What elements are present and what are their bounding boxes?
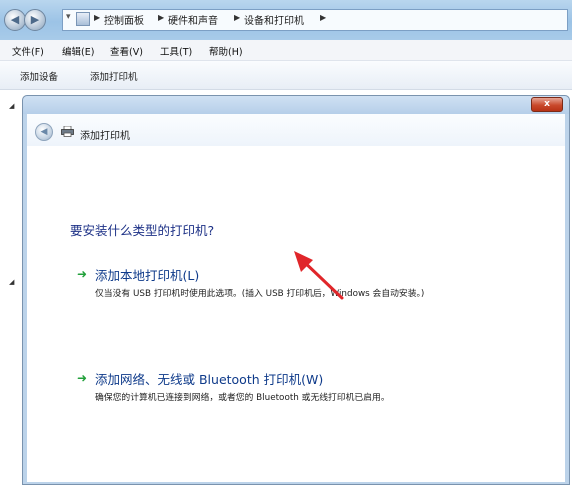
back-arrow-icon: ◀ xyxy=(40,127,48,137)
add-printer-button[interactable]: 添加打印机 xyxy=(90,69,138,83)
forward-arrow-icon: ▶ xyxy=(30,13,40,26)
address-bar: ◀ ▶ ▾ ▶ 控制面板 ▶ 硬件和声音 ▶ 设备和打印机 ▶ xyxy=(0,0,572,40)
option-description: 确保您的计算机已连接到网络，或者您的 Bluetooth 或无线打印机已启用。 xyxy=(95,393,390,403)
forward-button[interactable]: ▶ xyxy=(24,9,46,31)
add-printer-dialog: x ◀ 添加打印机 要安装什么类型的打印机? ➜ 添加本地打印机(L) 仅当没有… xyxy=(22,95,570,485)
expand-arrow-icon[interactable]: ◢ xyxy=(9,278,14,286)
option-title[interactable]: 添加本地打印机(L) xyxy=(95,265,199,284)
menu-view[interactable]: 查看(V) xyxy=(110,44,143,58)
breadcrumb-separator-icon[interactable]: ▶ xyxy=(234,13,240,22)
breadcrumb-hardware-sound[interactable]: 硬件和声音 xyxy=(168,12,218,27)
breadcrumb-control-panel[interactable]: 控制面板 xyxy=(104,12,144,27)
expand-arrow-icon[interactable]: ◢ xyxy=(9,102,14,110)
dialog-body: 要安装什么类型的打印机? ➜ 添加本地打印机(L) 仅当没有 USB 打印机时使… xyxy=(27,146,565,482)
back-arrow-icon: ◀ xyxy=(10,13,20,26)
dialog-title: 添加打印机 xyxy=(80,131,130,142)
menu-file[interactable]: 文件(F) xyxy=(12,44,44,58)
menu-bar: 文件(F) 编辑(E) 查看(V) 工具(T) 帮助(H) xyxy=(0,40,572,61)
option-description: 仅当没有 USB 打印机时使用此选项。(插入 USB 打印机后，Windows … xyxy=(95,289,425,299)
back-button[interactable]: ◀ xyxy=(4,9,26,31)
printer-icon xyxy=(61,126,74,137)
green-arrow-icon: ➜ xyxy=(77,267,88,281)
breadcrumb-devices-printers[interactable]: 设备和打印机 xyxy=(244,12,304,27)
breadcrumb-separator-icon[interactable]: ▶ xyxy=(158,13,164,22)
close-button[interactable]: x xyxy=(531,97,563,112)
dialog-title-bar[interactable]: x xyxy=(23,96,569,114)
option-title[interactable]: 添加网络、无线或 Bluetooth 打印机(W) xyxy=(95,369,323,388)
menu-help[interactable]: 帮助(H) xyxy=(209,44,243,58)
recent-pages-chevron-icon[interactable]: ▾ xyxy=(66,12,71,22)
green-arrow-icon: ➜ xyxy=(77,371,88,385)
command-bar: 添加设备 添加打印机 xyxy=(0,61,572,90)
breadcrumb-separator-icon[interactable]: ▶ xyxy=(320,13,326,22)
navigation-pane: ◢ ◢ xyxy=(0,90,22,485)
menu-tools[interactable]: 工具(T) xyxy=(160,44,192,58)
page-heading: 要安装什么类型的打印机? xyxy=(70,223,215,238)
menu-edit[interactable]: 编辑(E) xyxy=(62,44,94,58)
breadcrumb-separator-icon[interactable]: ▶ xyxy=(94,13,100,22)
dialog-back-button[interactable]: ◀ xyxy=(35,123,53,141)
control-panel-icon xyxy=(76,12,90,26)
add-device-button[interactable]: 添加设备 xyxy=(20,69,58,83)
dialog-header: ◀ 添加打印机 xyxy=(27,114,565,146)
